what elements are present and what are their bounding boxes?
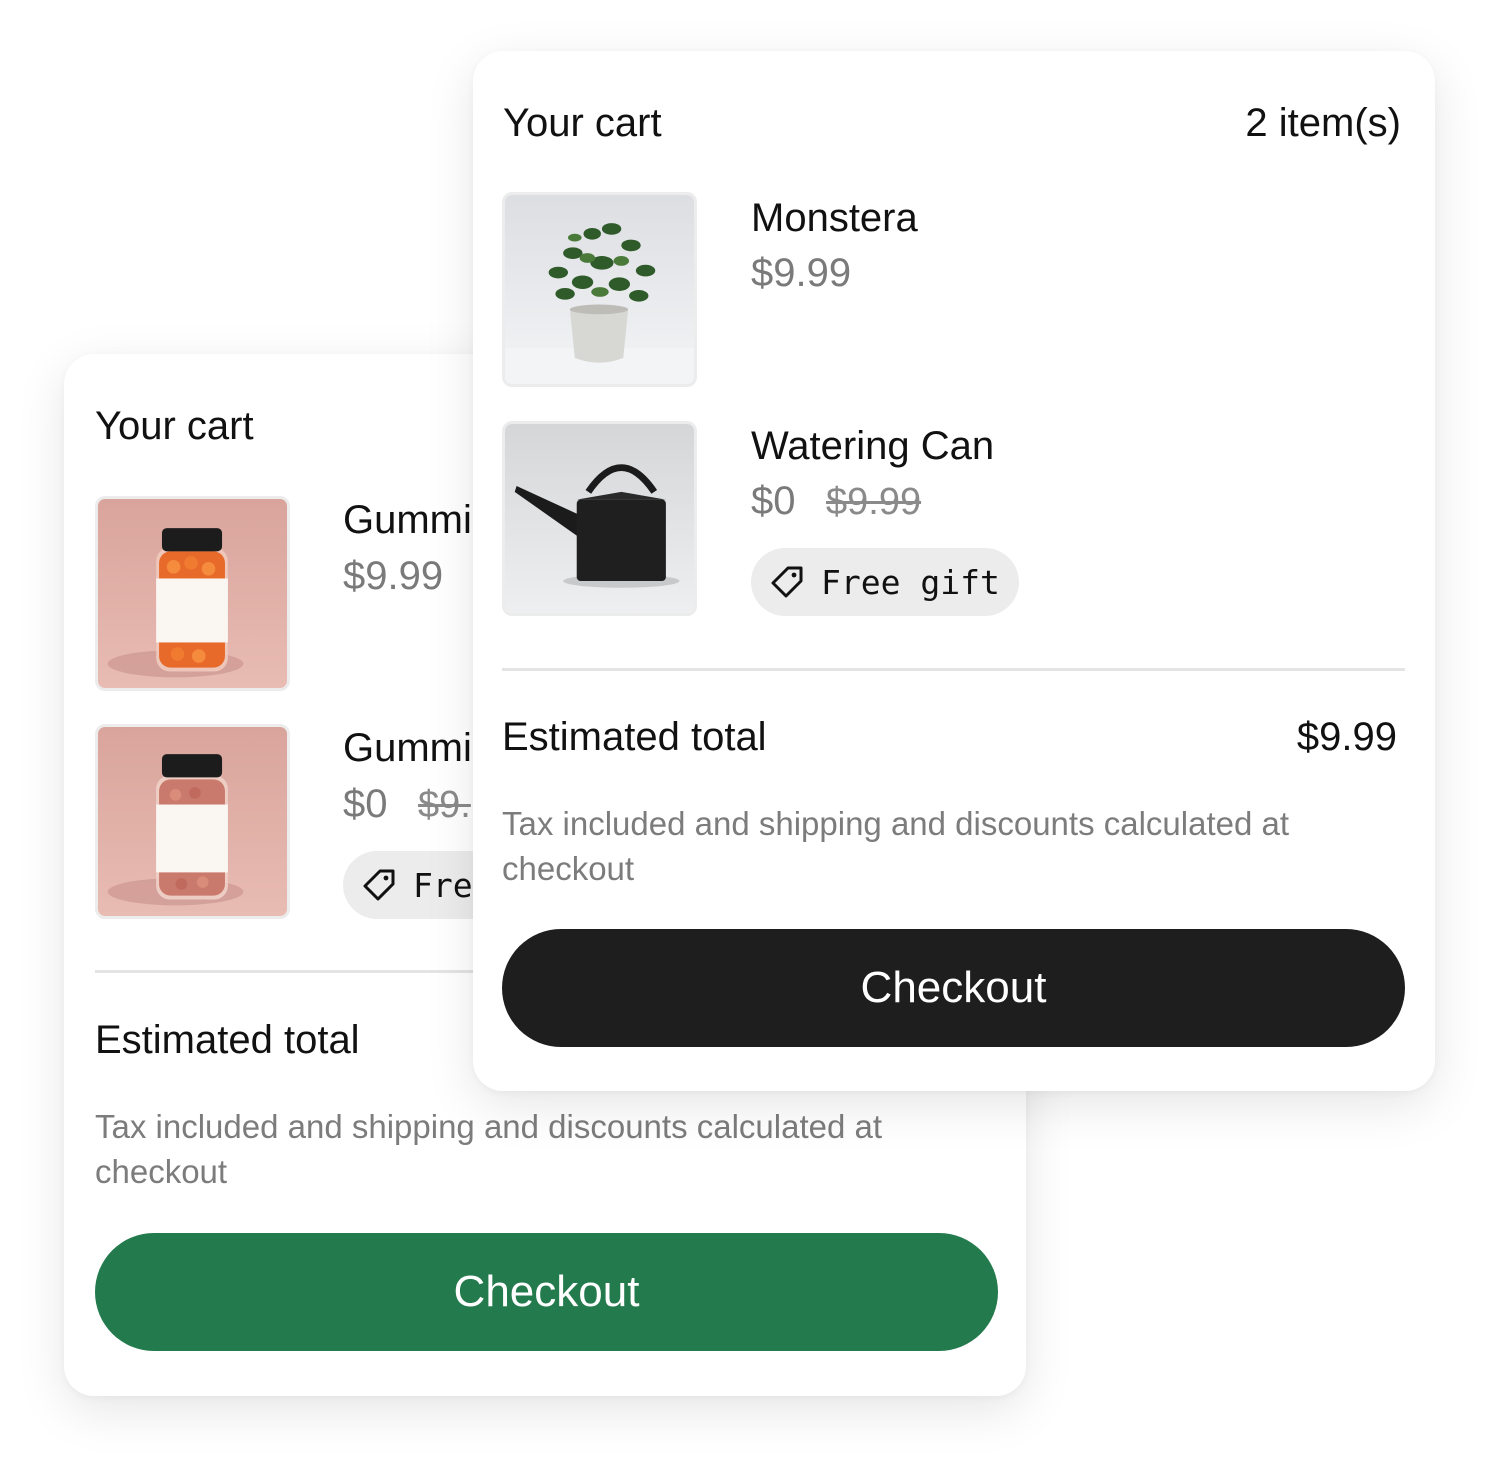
gummies-jar-icon <box>98 727 287 916</box>
checkout-button[interactable]: Checkout <box>502 929 1405 1047</box>
item-name[interactable]: Gummi <box>343 498 472 543</box>
badge-label: Free gift <box>821 562 1000 602</box>
item-price: $9.99 <box>751 251 852 295</box>
cart-title: Your cart <box>95 404 254 448</box>
cart-title: Your cart <box>503 101 662 145</box>
divider <box>502 668 1405 671</box>
free-gift-badge: Free gift <box>751 548 1019 616</box>
cart-card-black: Your cart 2 item(s) Monstera $9.99 Water… <box>473 51 1435 1091</box>
estimated-total-label: Estimated total <box>95 1018 360 1062</box>
item-original-price: $9. <box>418 784 471 826</box>
item-original-price: $9.99 <box>826 481 922 523</box>
watering-can-icon <box>505 424 694 613</box>
estimated-total-value: $9.99 <box>1296 715 1397 759</box>
item-price: $9.99 <box>343 554 444 598</box>
product-image-gummies-red[interactable] <box>95 724 290 919</box>
product-image-watering-can[interactable] <box>502 421 697 616</box>
tag-icon <box>771 566 803 598</box>
checkout-button[interactable]: Checkout <box>95 1233 998 1351</box>
item-price: $0 <box>343 782 388 826</box>
tag-icon <box>363 869 395 901</box>
tax-note: Tax included and shipping and discounts … <box>502 805 1290 887</box>
estimated-total-label: Estimated total <box>502 715 767 759</box>
product-image-gummies-orange[interactable] <box>95 496 290 691</box>
item-name[interactable]: Watering Can <box>751 424 994 469</box>
badge-label: Fre <box>413 865 473 905</box>
gummies-jar-icon <box>98 499 287 688</box>
item-name[interactable]: Monstera <box>751 196 918 241</box>
potted-plant-icon <box>505 195 694 384</box>
tax-note: Tax included and shipping and discounts … <box>95 1108 883 1190</box>
item-price: $0 <box>751 479 796 523</box>
product-image-monstera[interactable] <box>502 192 697 387</box>
item-count: 2 item(s) <box>1245 101 1401 145</box>
item-name[interactable]: Gummi <box>343 726 472 771</box>
stage: Your cart Gummi $9.99 Gummi $0 $9. Fre E… <box>0 0 1500 1474</box>
